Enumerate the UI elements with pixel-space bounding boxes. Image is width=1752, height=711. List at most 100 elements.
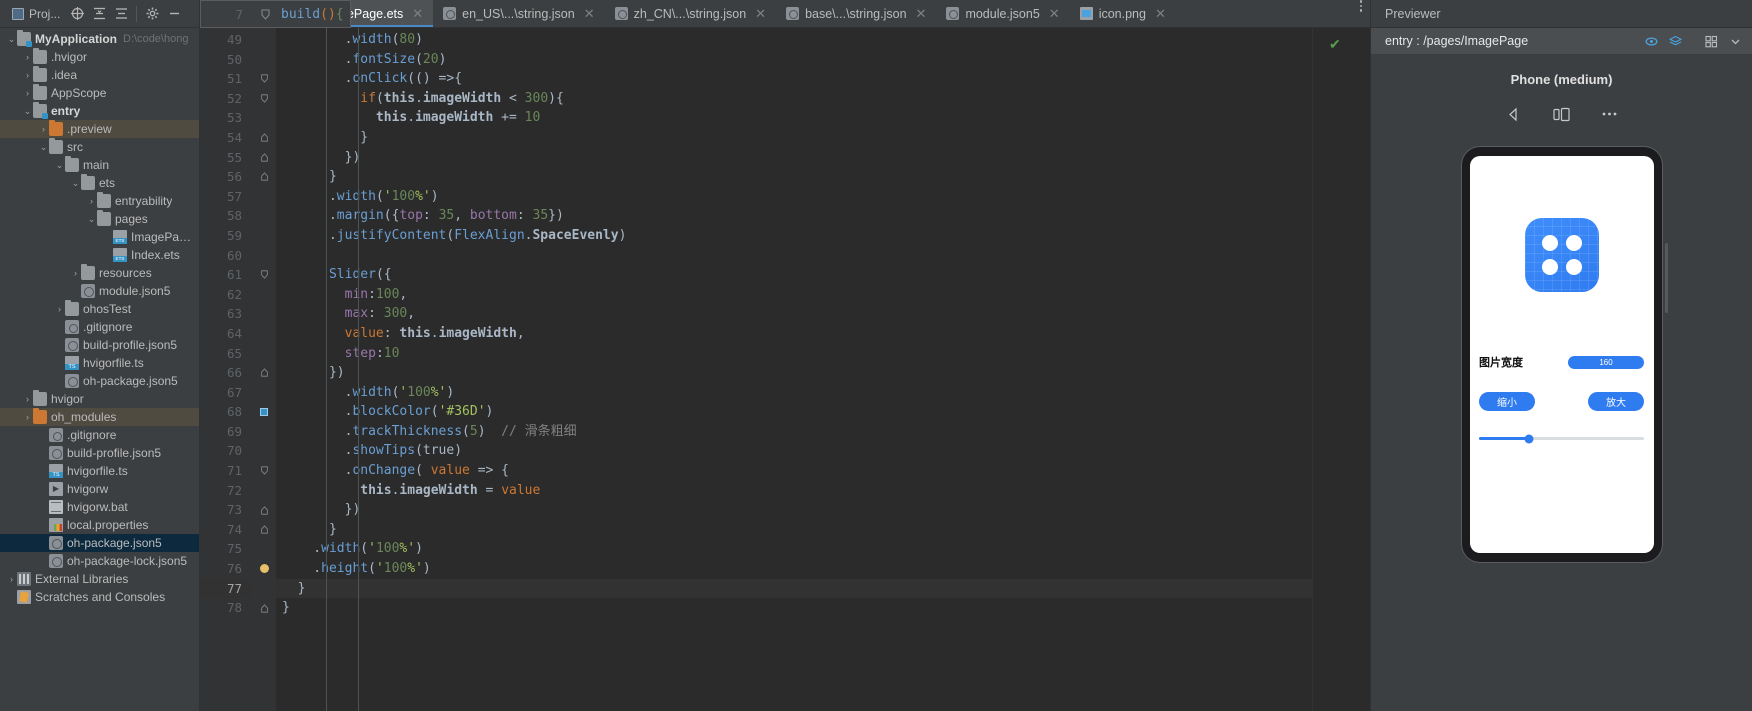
- tree-item[interactable]: oh-package.json5: [0, 372, 199, 390]
- code-line[interactable]: .width('100%'): [276, 187, 1312, 207]
- code-line[interactable]: }: [276, 167, 1312, 187]
- code-line[interactable]: }: [276, 520, 1312, 540]
- gutter-cell[interactable]: [252, 206, 276, 226]
- code-line[interactable]: .blockColor('#36D'): [276, 402, 1312, 422]
- tree-item[interactable]: build-profile.json5: [0, 336, 199, 354]
- project-tool-button[interactable]: Proj...: [8, 5, 66, 23]
- chevron-right-icon[interactable]: ›: [22, 70, 33, 81]
- fold-expand-icon[interactable]: [252, 128, 276, 148]
- code-line[interactable]: .justifyContent(FlexAlign.SpaceEvenly): [276, 226, 1312, 246]
- gutter-cell[interactable]: [252, 539, 276, 559]
- code-line[interactable]: .trackThickness(5) // 滑条粗细: [276, 422, 1312, 442]
- tree-item[interactable]: .gitignore: [0, 426, 199, 444]
- gutter-cell[interactable]: [252, 108, 276, 128]
- gutter-cell[interactable]: [252, 187, 276, 207]
- target-icon[interactable]: [66, 3, 88, 25]
- close-icon[interactable]: ✕: [755, 6, 766, 22]
- gutter-cell[interactable]: [252, 324, 276, 344]
- chevron-down-icon[interactable]: ⌄: [54, 160, 65, 171]
- slider-thumb[interactable]: [1524, 434, 1533, 443]
- tree-item[interactable]: hvigorfile.ts: [0, 462, 199, 480]
- chevron-right-icon[interactable]: ›: [70, 268, 81, 279]
- code-line[interactable]: .height('100%'): [276, 559, 1312, 579]
- code-line[interactable]: .fontSize(20): [276, 50, 1312, 70]
- code-line[interactable]: .width('100%'): [276, 383, 1312, 403]
- tree-item[interactable]: ImagePage.: [0, 228, 199, 246]
- tree-item[interactable]: hvigorw.bat: [0, 498, 199, 516]
- shrink-button[interactable]: 缩小: [1479, 392, 1535, 411]
- chevron-right-icon[interactable]: ›: [22, 52, 33, 63]
- code-line[interactable]: step:10: [276, 344, 1312, 364]
- fold-marker-icon[interactable]: [253, 9, 277, 20]
- inspection-ok-icon[interactable]: ✔: [1329, 36, 1341, 53]
- refresh-icon[interactable]: [1642, 33, 1660, 49]
- gutter-cell[interactable]: [252, 579, 276, 599]
- fold-expand-icon[interactable]: [252, 520, 276, 540]
- tree-item[interactable]: › .idea: [0, 66, 199, 84]
- tree-item[interactable]: › hvigor: [0, 390, 199, 408]
- gutter-cell[interactable]: [252, 226, 276, 246]
- chevron-right-icon[interactable]: ›: [54, 304, 65, 315]
- close-icon[interactable]: ✕: [916, 6, 927, 22]
- vertical-dots-icon[interactable]: [1352, 0, 1371, 27]
- code-line[interactable]: Slider({: [276, 265, 1312, 285]
- phone-preview-frame[interactable]: 图片宽度 160 缩小 放大: [1461, 147, 1668, 562]
- tree-item[interactable]: ⌄ MyApplication D:\code\hong: [0, 30, 199, 48]
- minimize-icon[interactable]: [163, 3, 185, 25]
- fold-expand-icon[interactable]: [252, 363, 276, 383]
- tab-base-string-json[interactable]: base\...\string.json ✕: [776, 0, 936, 27]
- code-line[interactable]: min:100,: [276, 285, 1312, 305]
- tree-item[interactable]: oh-package.json5: [0, 534, 199, 552]
- tree-item[interactable]: .gitignore: [0, 318, 199, 336]
- chevron-down-icon[interactable]: ⌄: [22, 106, 33, 117]
- more-dots-icon[interactable]: [1593, 103, 1627, 125]
- code-line[interactable]: .onChange( value => {: [276, 461, 1312, 481]
- chevron-right-icon[interactable]: ›: [22, 88, 33, 99]
- chevron-right-icon[interactable]: ›: [6, 574, 17, 585]
- rotate-left-icon[interactable]: [1497, 103, 1531, 125]
- fold-expand-icon[interactable]: [252, 500, 276, 520]
- tree-item[interactable]: › .hvigor: [0, 48, 199, 66]
- code-line[interactable]: this.imageWidth += 10: [276, 108, 1312, 128]
- tree-item[interactable]: › AppScope: [0, 84, 199, 102]
- code-line[interactable]: max: 300,: [276, 304, 1312, 324]
- code-line[interactable]: if(this.imageWidth < 300){: [276, 89, 1312, 109]
- code-content[interactable]: .width(80) .fontSize(20) .onClick(() =>{…: [276, 28, 1312, 711]
- chevron-down-icon[interactable]: ⌄: [86, 214, 97, 225]
- code-line[interactable]: }): [276, 363, 1312, 383]
- chevron-down-icon[interactable]: ⌄: [38, 142, 49, 153]
- tree-item[interactable]: Index.ets: [0, 246, 199, 264]
- grid-icon[interactable]: [1702, 33, 1720, 49]
- enlarge-button[interactable]: 放大: [1588, 392, 1644, 411]
- gutter-cell[interactable]: [252, 344, 276, 364]
- color-swatch-icon[interactable]: [252, 402, 276, 422]
- multi-device-icon[interactable]: [1545, 103, 1579, 125]
- tree-item[interactable]: › oh_modules: [0, 408, 199, 426]
- tree-item[interactable]: ⌄ entry: [0, 102, 199, 120]
- gutter-cell[interactable]: [252, 30, 276, 50]
- tree-item[interactable]: › .preview: [0, 120, 199, 138]
- tree-item[interactable]: build-profile.json5: [0, 444, 199, 462]
- tree-item[interactable]: › entryability: [0, 192, 199, 210]
- fold-expand-icon[interactable]: [252, 148, 276, 168]
- code-line[interactable]: }: [276, 128, 1312, 148]
- phone-slider-row[interactable]: [1479, 434, 1644, 443]
- chevron-right-icon[interactable]: ›: [22, 394, 33, 405]
- gutter-cell[interactable]: [252, 481, 276, 501]
- chevron-down-icon[interactable]: ⌄: [70, 178, 81, 189]
- tree-item[interactable]: ⌄ pages: [0, 210, 199, 228]
- preview-scrollbar[interactable]: [1664, 243, 1668, 313]
- fold-collapse-icon[interactable]: [252, 69, 276, 89]
- close-icon[interactable]: ✕: [584, 6, 595, 22]
- tree-item[interactable]: module.json5: [0, 282, 199, 300]
- gutter-cell[interactable]: [252, 422, 276, 442]
- layers-icon[interactable]: [1666, 33, 1684, 49]
- phone-screen[interactable]: 图片宽度 160 缩小 放大: [1469, 156, 1654, 553]
- tab-en-us-string-json[interactable]: en_US\...\string.json ✕: [433, 0, 604, 27]
- fold-expand-icon[interactable]: [252, 167, 276, 187]
- tree-item[interactable]: › ohosTest: [0, 300, 199, 318]
- code-line[interactable]: .width(80): [276, 30, 1312, 50]
- tree-item[interactable]: › resources: [0, 264, 199, 282]
- tree-item[interactable]: local.properties: [0, 516, 199, 534]
- fold-gutter[interactable]: [252, 28, 276, 711]
